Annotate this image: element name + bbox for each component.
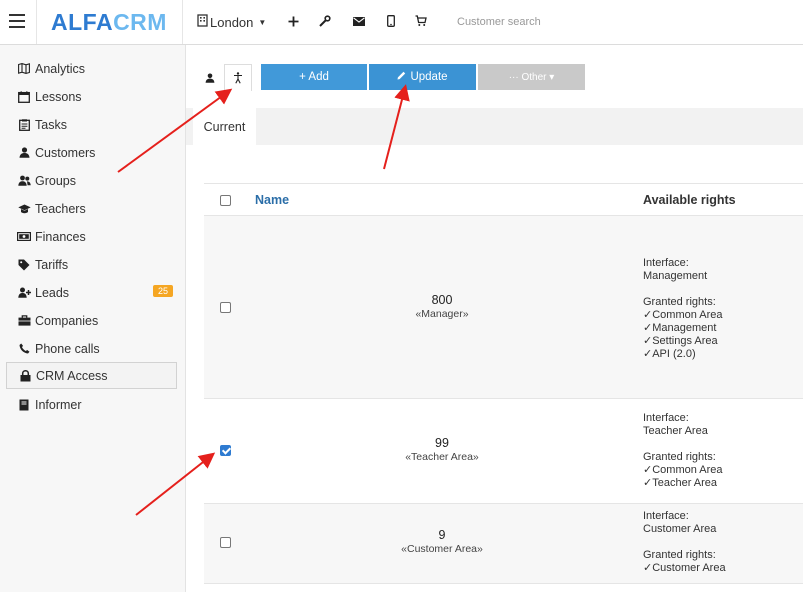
branch-selector[interactable]: London ▼ — [197, 14, 266, 30]
users-icon — [16, 175, 32, 186]
leads-count-badge: 25 — [152, 285, 173, 297]
access-code: 99 «Teacher Area» — [380, 436, 504, 463]
rights-cell: Interface: Customer Area Granted rights:… — [643, 510, 726, 574]
sidebar-item-crm-access[interactable]: CRM Access — [6, 362, 177, 389]
user-plus-icon — [16, 287, 32, 298]
sidebar-item-companies[interactable]: Companies — [6, 307, 177, 334]
pencil-icon — [397, 71, 406, 83]
table-header: Name Available rights — [204, 183, 803, 216]
user-icon — [16, 147, 32, 158]
row-checkbox[interactable] — [220, 537, 231, 548]
row-checkbox[interactable] — [220, 445, 231, 456]
logo: ALFACRM — [51, 9, 167, 35]
map-icon — [16, 63, 32, 74]
select-all-checkbox[interactable] — [220, 195, 231, 206]
book-icon — [16, 399, 32, 411]
mobile-icon[interactable] — [382, 12, 400, 30]
graduation-cap-icon — [16, 204, 32, 214]
sidebar-item-tariffs[interactable]: Tariffs — [6, 251, 177, 278]
sidebar-item-tasks[interactable]: Tasks — [6, 111, 177, 138]
sidebar-item-analytics[interactable]: Analytics — [6, 55, 177, 82]
access-name: «Manager» — [415, 308, 469, 320]
phone-icon — [16, 343, 32, 354]
lock-icon — [17, 369, 33, 382]
plus-icon[interactable] — [284, 12, 302, 30]
access-view-button[interactable] — [224, 64, 252, 91]
sidebar-item-leads[interactable]: Leads 25 — [6, 279, 177, 306]
sidebar-item-teachers[interactable]: Teachers — [6, 195, 177, 222]
table-row[interactable]: 99 «Teacher Area» Interface: Teacher Are… — [204, 399, 803, 504]
add-button[interactable]: + Add — [261, 64, 367, 90]
other-dropdown-button: ··· Other ▾ — [478, 64, 585, 90]
access-code: 800 «Manager» — [380, 293, 504, 320]
cart-icon[interactable] — [412, 12, 430, 30]
rights-cell: Interface: Teacher Area Granted rights: … — [643, 412, 723, 489]
table-row[interactable]: 800 «Manager» Interface: Management Gran… — [204, 216, 803, 399]
money-icon — [16, 232, 32, 241]
envelope-icon[interactable] — [350, 12, 368, 30]
access-code: 9 «Customer Area» — [380, 528, 504, 555]
view-toggle — [196, 64, 252, 91]
caret-down-icon: ▼ — [258, 17, 267, 27]
hamburger-menu-icon[interactable] — [9, 14, 25, 28]
column-header-name[interactable]: Name — [255, 193, 289, 207]
sidebar-item-groups[interactable]: Groups — [6, 167, 177, 194]
tab-current[interactable]: Current — [193, 108, 256, 145]
branch-label: London — [210, 14, 254, 30]
row-checkbox[interactable] — [220, 302, 231, 313]
customer-search-input[interactable] — [448, 8, 648, 36]
logo-area[interactable]: ALFACRM — [36, 0, 183, 44]
access-name: «Teacher Area» — [405, 451, 479, 463]
tag-icon — [16, 259, 32, 271]
top-bar: ALFACRM London ▼ — [0, 0, 803, 45]
access-name: «Customer Area» — [401, 543, 483, 555]
sidebar-item-informer[interactable]: Informer — [6, 391, 177, 418]
clipboard-icon — [16, 118, 32, 131]
sidebar-item-lessons[interactable]: Lessons — [6, 83, 177, 110]
sidebar-item-customers[interactable]: Customers — [6, 139, 177, 166]
user-view-button[interactable] — [196, 64, 224, 91]
column-header-rights: Available rights — [643, 193, 736, 207]
briefcase-icon — [16, 315, 32, 326]
table-row[interactable]: 9 «Customer Area» Interface: Customer Ar… — [204, 504, 803, 584]
calendar-icon — [16, 90, 32, 103]
sidebar-item-finances[interactable]: Finances — [6, 223, 177, 250]
wrench-icon[interactable] — [316, 12, 334, 30]
rights-cell: Interface: Management Granted rights: ✓C… — [643, 257, 723, 360]
update-button[interactable]: Update — [369, 64, 476, 90]
sidebar-item-phone-calls[interactable]: Phone calls — [6, 335, 177, 362]
tab-strip: Current — [186, 108, 803, 145]
building-icon — [197, 14, 208, 30]
